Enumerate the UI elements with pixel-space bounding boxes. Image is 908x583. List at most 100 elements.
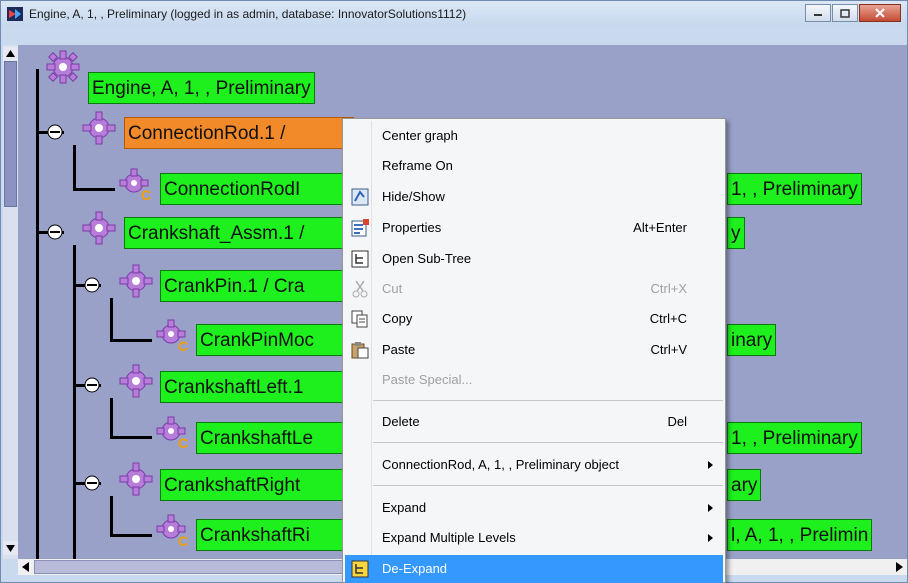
- menu-item-label: Properties: [382, 220, 442, 235]
- tree-node-label[interactable]: l, A, 1, , Prelimin: [727, 519, 873, 551]
- tree-node-label[interactable]: CrankshaftLe: [196, 422, 348, 454]
- menu-item-shortcut: Ctrl+V: [650, 342, 687, 357]
- menu-item-open-sub-tree[interactable]: Open Sub-Tree: [345, 245, 723, 273]
- tree-node-label[interactable]: y: [727, 217, 745, 249]
- menu-item-center-graph[interactable]: Center graph: [345, 122, 723, 150]
- scroll-up-icon: [6, 50, 15, 57]
- menu-item-properties[interactable]: Properties Alt+Enter: [345, 214, 723, 242]
- de-expand-icon: [351, 560, 369, 578]
- menu-item-label: Cut: [382, 281, 403, 296]
- tree-connector: [110, 496, 113, 536]
- properties-icon: [351, 219, 369, 237]
- tree-node-label[interactable]: CrankPin.1 / Cra: [160, 270, 350, 302]
- close-button[interactable]: [859, 4, 901, 22]
- tree-connector: [36, 69, 39, 559]
- tree-node-label[interactable]: 1, , Preliminary: [727, 173, 862, 205]
- collapse-icon[interactable]: [47, 224, 63, 240]
- menu-item-hide-show[interactable]: Hide/Show: [345, 183, 723, 211]
- component-gear-icon: C: [156, 514, 188, 548]
- menu-item-expand-multiple-levels[interactable]: Expand Multiple Levels: [345, 524, 723, 552]
- svg-text:C: C: [178, 338, 188, 353]
- cut-icon: [352, 280, 368, 298]
- tree-connector: [110, 436, 152, 439]
- minimize-icon: [814, 14, 822, 16]
- tree-connector: [73, 145, 76, 191]
- open-subtree-icon: [351, 250, 369, 268]
- menu-item-shortcut: Ctrl+C: [649, 311, 687, 326]
- menu-item-shortcut: Del: [667, 414, 687, 429]
- gear-icon: [82, 111, 116, 145]
- menu-item-label: Hide/Show: [382, 189, 445, 204]
- tree-node-label[interactable]: CrankshaftRight: [160, 469, 350, 501]
- menu-item-label: Paste Special...: [382, 372, 473, 387]
- menu-separator: [373, 400, 723, 401]
- tree-connector: [110, 298, 113, 341]
- hide-show-icon: [351, 188, 369, 206]
- close-icon: [875, 8, 885, 18]
- context-menu: Center graph Reframe On Hide/Show Proper…: [342, 118, 726, 583]
- tree-connector: [73, 245, 76, 559]
- tree-node-label[interactable]: CrankPinMoc: [196, 324, 348, 356]
- component-gear-icon: C: [119, 168, 151, 202]
- gear-icon: [119, 364, 153, 398]
- tree-node-label[interactable]: ConnectionRodI: [160, 173, 348, 205]
- tree-node-label[interactable]: 1, , Preliminary: [727, 422, 862, 454]
- vertical-scroll-thumb[interactable]: [4, 61, 17, 207]
- maximize-icon: [840, 8, 850, 18]
- menu-item-label: Reframe On: [382, 158, 453, 173]
- tree-node-label[interactable]: inary: [727, 324, 777, 356]
- menu-item-shortcut: Ctrl+X: [650, 281, 687, 296]
- menu-item-label: Center graph: [382, 128, 458, 143]
- collapse-icon[interactable]: [47, 124, 63, 140]
- title-bar: Engine, A, 1, , Preliminary (logged in a…: [1, 1, 907, 27]
- submenu-arrow-icon: [708, 504, 713, 512]
- tree-node-label[interactable]: Crankshaft_Assm.1 /: [124, 217, 350, 249]
- component-gear-icon: C: [156, 319, 188, 353]
- menu-item-shortcut: Alt+Enter: [633, 220, 687, 235]
- component-gear-icon: C: [156, 416, 188, 450]
- maximize-button[interactable]: [832, 4, 858, 22]
- tree-node-label[interactable]: ConnectionRod.1 /: [124, 117, 354, 149]
- submenu-arrow-icon: [708, 534, 713, 542]
- menu-item-object-submenu[interactable]: ConnectionRod, A, 1, , Preliminary objec…: [345, 451, 723, 479]
- menu-item-de-expand[interactable]: De-Expand: [345, 555, 723, 583]
- tree-connector: [110, 398, 113, 438]
- window-controls: [805, 4, 901, 22]
- menu-item-label: ConnectionRod, A, 1, , Preliminary objec…: [382, 457, 620, 472]
- scroll-right-icon[interactable]: [891, 559, 907, 575]
- menu-item-label: Expand Multiple Levels: [382, 530, 516, 545]
- menu-item-reframe-on[interactable]: Reframe On: [345, 152, 723, 180]
- menu-item-label: Copy: [382, 311, 413, 326]
- collapse-icon[interactable]: [84, 277, 100, 293]
- scroll-down-button[interactable]: [3, 541, 18, 555]
- tree-node-label[interactable]: ary: [727, 469, 762, 501]
- tree-connector: [110, 339, 152, 342]
- horizontal-scroll-thumb[interactable]: [34, 560, 394, 574]
- menu-item-paste[interactable]: Paste Ctrl+V: [345, 336, 723, 364]
- tree-node-label[interactable]: CrankshaftRi: [196, 519, 348, 551]
- menu-separator: [373, 485, 723, 486]
- collapse-icon[interactable]: [84, 377, 100, 393]
- menu-item-label: Expand: [382, 500, 427, 515]
- submenu-arrow-icon: [708, 461, 713, 469]
- menu-item-paste-special[interactable]: Paste Special...: [345, 366, 723, 394]
- gear-icon: [119, 462, 153, 496]
- menu-item-expand[interactable]: Expand: [345, 494, 723, 522]
- menu-item-delete[interactable]: Delete Del: [345, 408, 723, 436]
- svg-text:C: C: [178, 533, 188, 548]
- scroll-left-icon[interactable]: [18, 559, 34, 575]
- minimize-button[interactable]: [805, 4, 831, 22]
- tree-node-label[interactable]: Engine, A, 1, , Preliminary: [88, 72, 315, 104]
- gear-icon: [82, 211, 116, 245]
- menu-item-cut[interactable]: Cut Ctrl+X: [345, 275, 723, 303]
- tree-connector: [110, 534, 152, 537]
- svg-text:C: C: [141, 187, 151, 202]
- scroll-up-button[interactable]: [3, 47, 18, 61]
- vertical-scrollbar[interactable]: [3, 45, 18, 559]
- collapse-icon[interactable]: [84, 475, 100, 491]
- menu-item-label: De-Expand: [382, 561, 448, 576]
- gear-icon: [119, 264, 153, 298]
- menu-item-copy[interactable]: Copy Ctrl+C: [345, 305, 723, 333]
- tree-connector: [73, 188, 115, 191]
- tree-node-label[interactable]: CrankshaftLeft.1: [160, 371, 350, 403]
